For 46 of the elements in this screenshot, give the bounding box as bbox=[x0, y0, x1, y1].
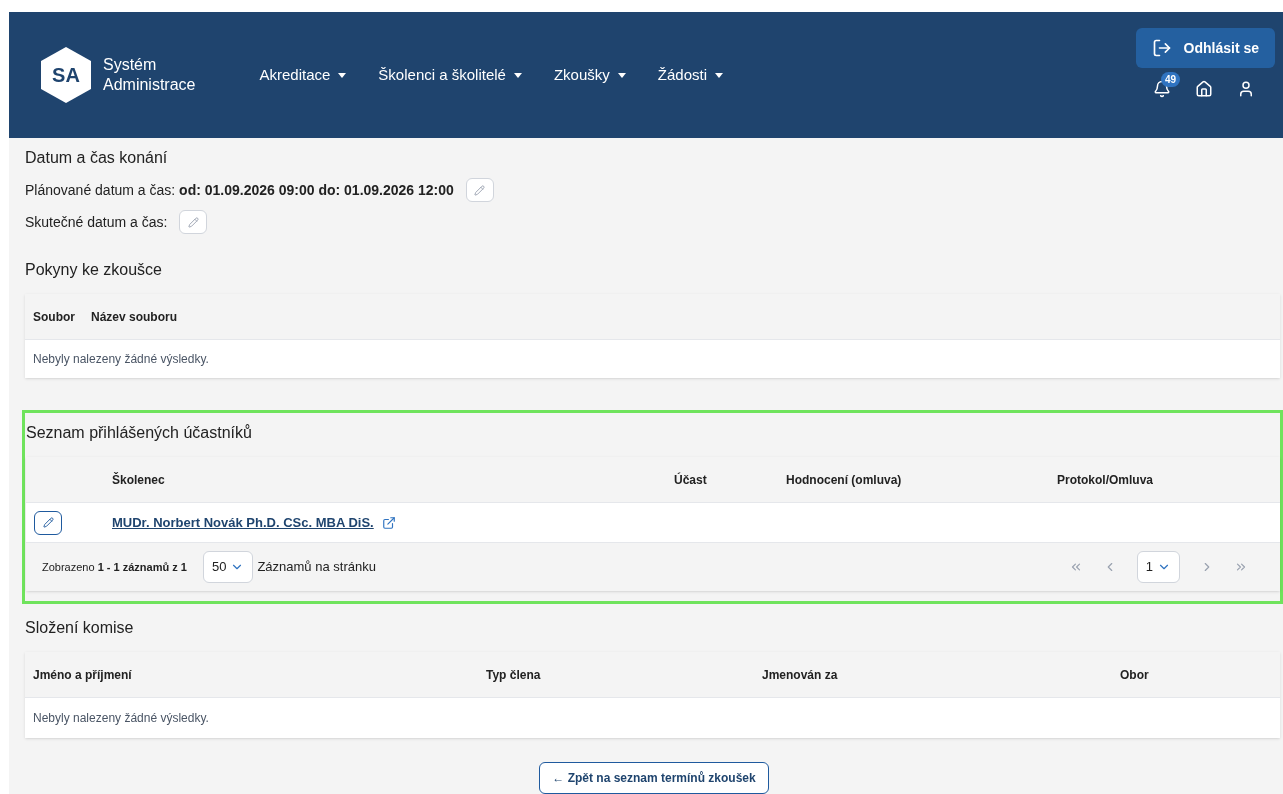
records-summary: Zobrazeno 1 - 1 záznamů z 1 bbox=[42, 559, 187, 575]
last-page-icon[interactable] bbox=[1234, 560, 1248, 574]
page-size-label: Záznamů na stránku bbox=[257, 558, 376, 577]
empty-message: Nebyly nalezeny žádné výsledky. bbox=[33, 351, 209, 368]
nav-menu[interactable]: Školenci a školitelé bbox=[378, 63, 522, 87]
column-header: Jméno a příjmení bbox=[33, 666, 133, 684]
user-icon[interactable] bbox=[1237, 80, 1255, 98]
column-header: Název souboru bbox=[91, 308, 177, 326]
caret-icon bbox=[617, 72, 626, 78]
edit-button[interactable] bbox=[34, 510, 62, 535]
page-select[interactable]: 1 bbox=[1136, 551, 1180, 583]
participant-link[interactable]: MUDr. Norbert Novák Ph.D. CSc. MBA DiS. bbox=[112, 512, 374, 533]
logout-button[interactable]: Odhlásit se bbox=[1135, 28, 1275, 68]
column-header: Jmenován za bbox=[762, 666, 839, 684]
column-header: Účast bbox=[674, 471, 708, 489]
logo: SA bbox=[41, 47, 91, 103]
actual-date-label: Skutečné datum a čas: bbox=[25, 212, 168, 232]
column-header: Typ člena bbox=[486, 666, 542, 684]
page-size-select[interactable]: 50 bbox=[202, 551, 254, 583]
logout-icon bbox=[1151, 38, 1172, 58]
home-icon[interactable] bbox=[1195, 80, 1213, 98]
caret-icon bbox=[715, 72, 723, 78]
pencil-icon bbox=[187, 216, 199, 228]
notification-count: 49 bbox=[1161, 72, 1181, 87]
column-header: Obor bbox=[1120, 666, 1149, 684]
nav-menu[interactable]: Žádosti bbox=[657, 63, 723, 87]
caret-icon bbox=[338, 72, 347, 78]
section-title: Seznam přihlášených účastníků bbox=[26, 423, 253, 443]
back-button[interactable]: ← Zpět na seznam termínů zkoušek bbox=[539, 762, 769, 794]
caret-icon bbox=[513, 72, 522, 78]
external-link-icon[interactable] bbox=[381, 515, 396, 530]
pencil-icon bbox=[474, 184, 486, 196]
nav-menu[interactable]: Akreditace bbox=[259, 63, 347, 87]
column-header: Soubor bbox=[33, 308, 75, 326]
nav-menu[interactable]: Zkoušky bbox=[553, 63, 626, 87]
empty-message: Nebyly nalezeny žádné výsledky. bbox=[33, 710, 209, 727]
section-title: Pokyny ke zkoušce bbox=[25, 260, 163, 280]
brand-name: Systém bbox=[103, 55, 158, 75]
section-title: Složení komise bbox=[25, 618, 135, 638]
planned-date-text: Plánované datum a čas: od: 01.09.2026 09:00 do: 01.09.2026 12:00 bbox=[25, 180, 454, 200]
section-title: Datum a čas konání bbox=[25, 148, 169, 168]
column-header: Školenec bbox=[112, 471, 166, 489]
column-header: Protokol/Omluva bbox=[1057, 471, 1154, 489]
column-header: Hodnocení (omluva) bbox=[786, 471, 903, 489]
pencil-icon bbox=[42, 517, 54, 528]
brand-name: Administrace bbox=[103, 75, 196, 95]
